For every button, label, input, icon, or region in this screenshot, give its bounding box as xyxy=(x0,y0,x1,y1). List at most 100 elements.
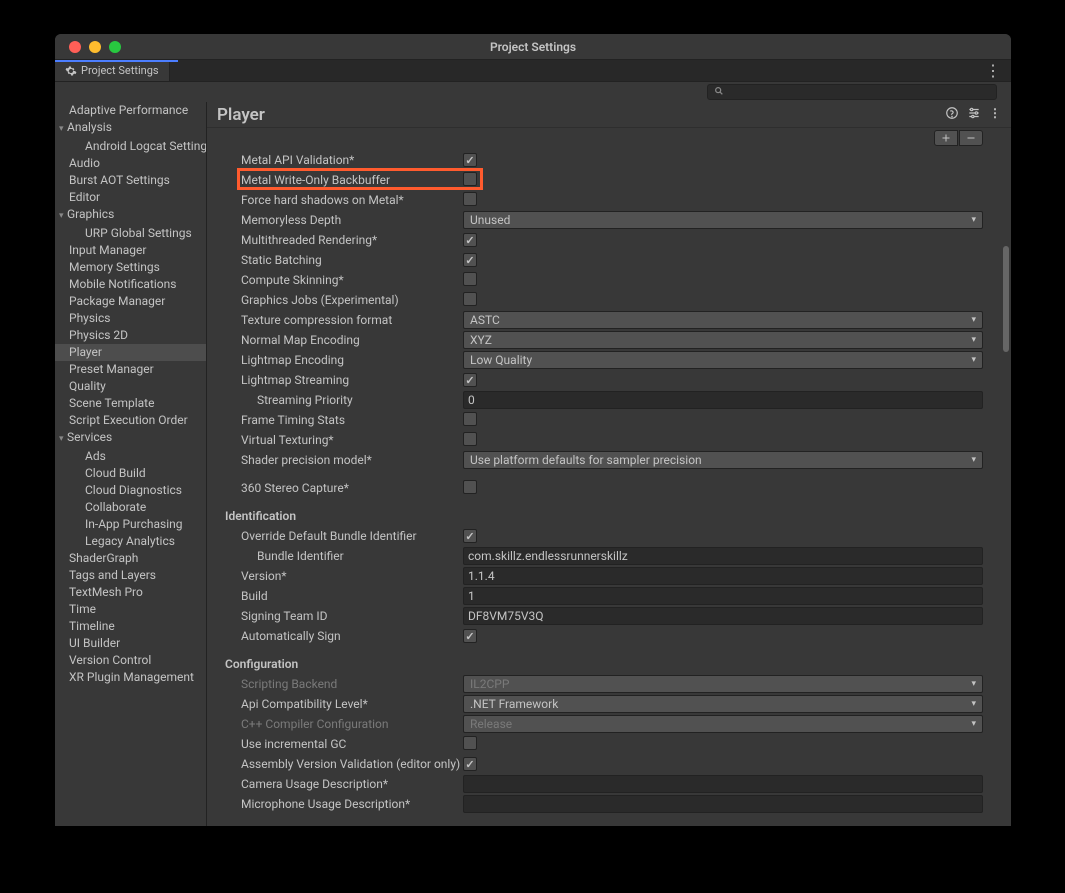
sidebar-item[interactable]: Input Manager xyxy=(55,242,206,259)
remove-button[interactable] xyxy=(959,130,983,146)
dropdown[interactable]: Use platform defaults for sampler precis… xyxy=(463,451,983,469)
property-row: Metal Write-Only Backbuffer xyxy=(223,170,983,190)
text-input[interactable] xyxy=(463,547,983,565)
sidebar-item[interactable]: In-App Purchasing xyxy=(55,516,206,533)
property-row: Lightmap EncodingLow Quality xyxy=(223,350,983,370)
checkbox[interactable] xyxy=(463,432,477,446)
dropdown[interactable]: Low Quality xyxy=(463,351,983,369)
add-button[interactable] xyxy=(934,130,958,146)
sidebar-item[interactable]: Cloud Diagnostics xyxy=(55,482,206,499)
close-button[interactable] xyxy=(69,41,81,53)
sidebar-item[interactable]: Editor xyxy=(55,189,206,206)
sidebar-item[interactable]: Timeline xyxy=(55,618,206,635)
text-input[interactable] xyxy=(463,587,983,605)
sidebar-item[interactable]: Package Manager xyxy=(55,293,206,310)
dropdown[interactable]: Release xyxy=(463,715,983,733)
sidebar-item[interactable]: ShaderGraph xyxy=(55,550,206,567)
minimize-button[interactable] xyxy=(89,41,101,53)
sidebar-item[interactable]: Script Execution Order xyxy=(55,412,206,429)
property-row: Scripting BackendIL2CPP xyxy=(223,674,983,694)
spacer xyxy=(223,646,983,654)
dropdown[interactable]: XYZ xyxy=(463,331,983,349)
scrollbar-thumb[interactable] xyxy=(1003,246,1009,352)
checkbox[interactable] xyxy=(463,529,477,543)
property-row: Override Default Bundle Identifier xyxy=(223,526,983,546)
sidebar-item[interactable]: Version Control xyxy=(55,652,206,669)
checkbox[interactable] xyxy=(463,292,477,306)
checkbox[interactable] xyxy=(463,233,477,247)
sidebar-item[interactable]: URP Global Settings xyxy=(55,225,206,242)
kebab-icon[interactable]: ⋮ xyxy=(989,106,1001,123)
sidebar-item[interactable]: Memory Settings xyxy=(55,259,206,276)
checkbox[interactable] xyxy=(463,172,477,186)
search-input[interactable] xyxy=(707,84,997,100)
text-input[interactable] xyxy=(463,795,983,813)
sidebar-item[interactable]: Legacy Analytics xyxy=(55,533,206,550)
property-field xyxy=(463,272,983,289)
sidebar-item[interactable]: Physics 2D xyxy=(55,327,206,344)
checkbox[interactable] xyxy=(463,629,477,643)
tab-project-settings[interactable]: Project Settings xyxy=(55,60,170,81)
help-icon[interactable] xyxy=(945,106,959,123)
sidebar-item[interactable]: Collaborate xyxy=(55,499,206,516)
sidebar-item[interactable]: Player xyxy=(55,344,206,361)
sidebar-item[interactable]: Preset Manager xyxy=(55,361,206,378)
sidebar-item[interactable]: UI Builder xyxy=(55,635,206,652)
sidebar-item-label: TextMesh Pro xyxy=(69,585,143,599)
preset-icon[interactable] xyxy=(967,106,981,123)
property-field xyxy=(463,373,983,388)
text-input[interactable] xyxy=(463,567,983,585)
checkbox[interactable] xyxy=(463,253,477,267)
property-field: .NET Framework xyxy=(463,695,983,713)
sidebar-item[interactable]: TextMesh Pro xyxy=(55,584,206,601)
sidebar-item[interactable]: Ads xyxy=(55,448,206,465)
property-field xyxy=(463,607,983,625)
header-icons: ⋮ xyxy=(945,106,1001,123)
property-field xyxy=(463,736,983,753)
dropdown[interactable]: IL2CPP xyxy=(463,675,983,693)
sidebar-item[interactable]: Android Logcat Settings xyxy=(55,138,206,155)
sidebar-item[interactable]: Cloud Build xyxy=(55,465,206,482)
sidebar-item[interactable]: Audio xyxy=(55,155,206,172)
property-field xyxy=(463,192,983,209)
sidebar-item[interactable]: Quality xyxy=(55,378,206,395)
sidebar-item[interactable]: Adaptive Performance xyxy=(55,102,206,119)
checkbox[interactable] xyxy=(463,480,477,494)
sidebar-item[interactable]: ▾Graphics xyxy=(55,206,206,225)
property-field xyxy=(463,757,983,772)
property-label: Compute Skinning* xyxy=(223,273,463,287)
property-label: Streaming Priority xyxy=(223,393,463,407)
checkbox[interactable] xyxy=(463,192,477,206)
checkbox[interactable] xyxy=(463,373,477,387)
property-label: Identification xyxy=(223,509,463,523)
checkbox[interactable] xyxy=(463,736,477,750)
sidebar-item[interactable]: Mobile Notifications xyxy=(55,276,206,293)
property-label: Frame Timing Stats xyxy=(223,413,463,427)
text-input[interactable] xyxy=(463,391,983,409)
maximize-button[interactable] xyxy=(109,41,121,53)
sidebar-item[interactable]: XR Plugin Management xyxy=(55,669,206,686)
text-input[interactable] xyxy=(463,607,983,625)
sidebar-item-label: Physics 2D xyxy=(69,328,128,342)
checkbox[interactable] xyxy=(463,272,477,286)
checkbox[interactable] xyxy=(463,757,477,771)
sidebar-item[interactable]: Time xyxy=(55,601,206,618)
property-field xyxy=(463,629,983,644)
dropdown[interactable]: .NET Framework xyxy=(463,695,983,713)
checkbox[interactable] xyxy=(463,412,477,426)
property-row: Compute Skinning* xyxy=(223,270,983,290)
project-settings-window: Project Settings Project Settings ⋮ Adap… xyxy=(55,34,1011,826)
sidebar-item[interactable]: ▾Analysis xyxy=(55,119,206,138)
tab-menu-button[interactable]: ⋮ xyxy=(975,60,1011,81)
sidebar-item[interactable]: Scene Template xyxy=(55,395,206,412)
dropdown[interactable]: ASTC xyxy=(463,311,983,329)
sidebar-item[interactable]: Physics xyxy=(55,310,206,327)
checkbox[interactable] xyxy=(463,153,477,167)
dropdown[interactable]: Unused xyxy=(463,211,983,229)
sidebar-item[interactable]: Tags and Layers xyxy=(55,567,206,584)
sidebar-item[interactable]: ▾Services xyxy=(55,429,206,448)
sidebar-item[interactable]: Burst AOT Settings xyxy=(55,172,206,189)
text-input[interactable] xyxy=(463,775,983,793)
sidebar-item-label: Ads xyxy=(85,449,106,463)
tab-bar: Project Settings ⋮ xyxy=(55,60,1011,82)
